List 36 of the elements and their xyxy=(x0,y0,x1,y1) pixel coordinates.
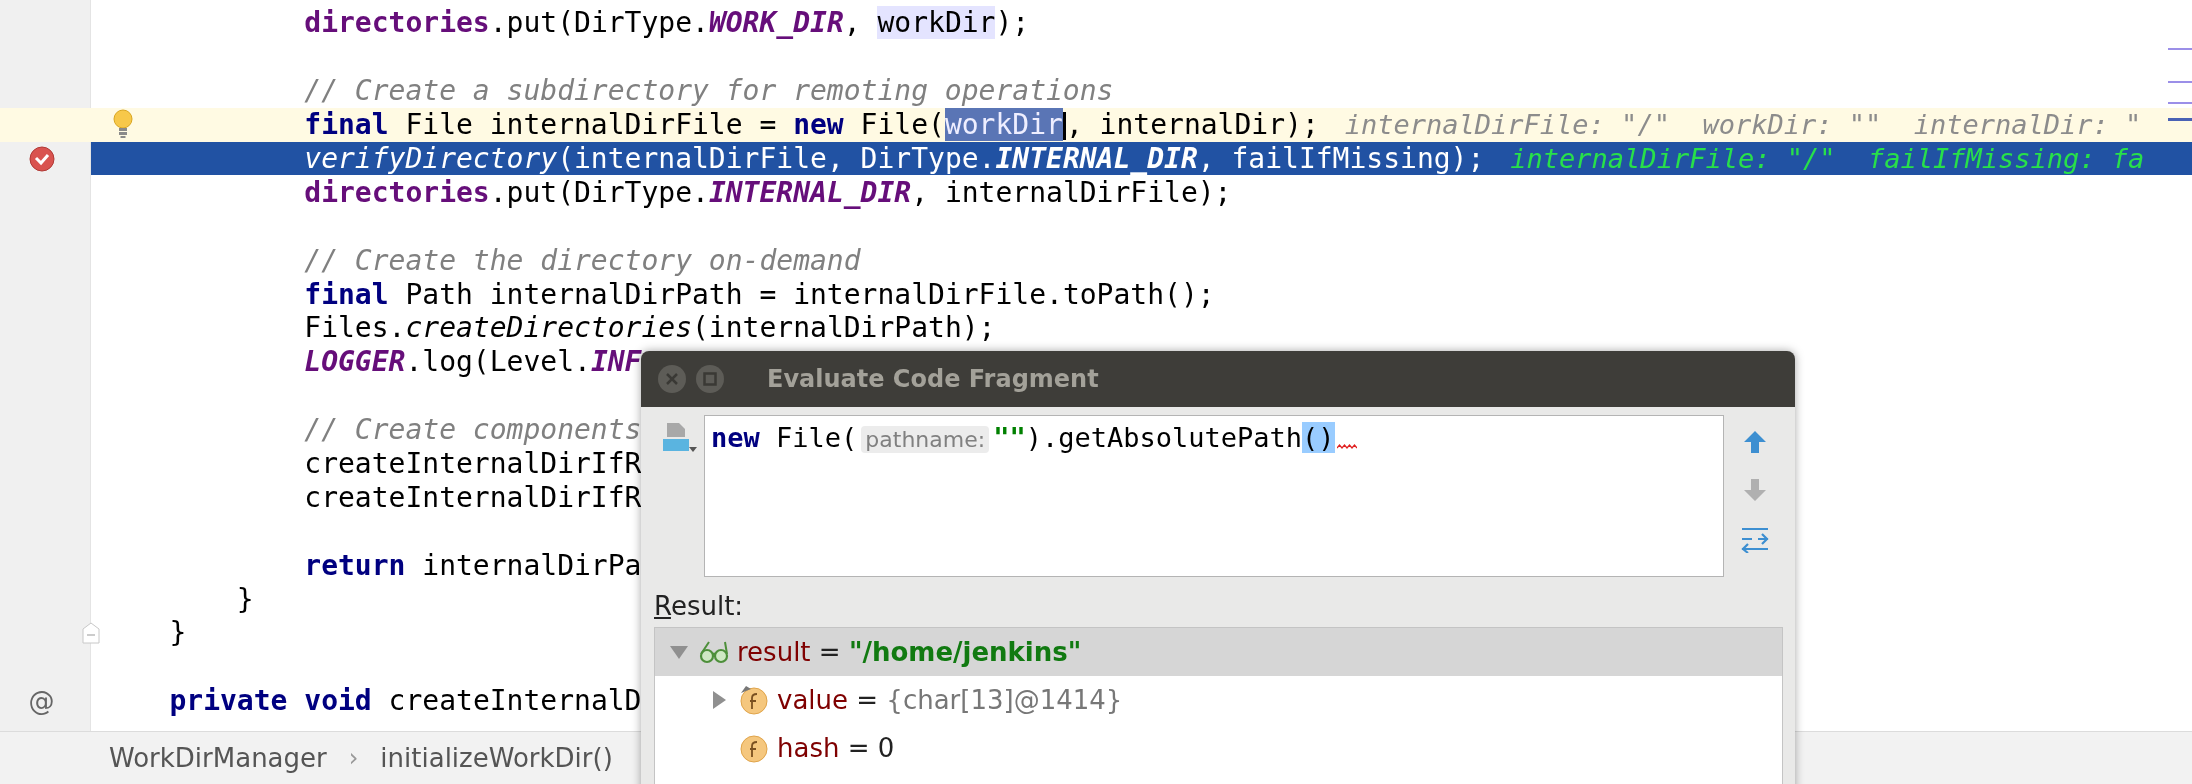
code-line: verifyDirectory(internalDirFile, DirType.INTERNAL_DIR, failIfMissing); xyxy=(303,142,1485,175)
code-line: createInternalDirIfR xyxy=(303,480,642,514)
variable-entry: result = "/home/jenkins" xyxy=(737,637,1082,667)
inline-debug-values: internalDirFile: "/" failIfMissing: fa xyxy=(1510,143,2145,174)
code-line: directories.put(DirType.INTERNAL_DIR, internalDirFile); xyxy=(303,175,1232,209)
code-line: directories.put(DirType.WORK_DIR, workDir); xyxy=(303,6,1030,40)
breadcrumb-item[interactable]: WorkDirManager xyxy=(109,743,327,773)
code-line: // Create components xyxy=(303,413,642,447)
inline-debug-values: internalDirFile: "/" workDir: "" internalDir: " xyxy=(1344,109,2142,141)
code-line: // Create the directory on-demand xyxy=(303,243,861,277)
close-icon[interactable] xyxy=(657,364,687,394)
code-line: final Path internalDirPath = internalDirFile.toPath(); xyxy=(303,277,1215,311)
code-line: } xyxy=(235,582,254,616)
breakpoint-icon[interactable] xyxy=(28,145,55,172)
result-label: Result: xyxy=(653,590,745,623)
maximize-icon[interactable] xyxy=(695,364,725,394)
fold-icon[interactable] xyxy=(82,622,100,645)
expression-field[interactable]: new File( pathname: "").getAbsolutePath() xyxy=(704,415,1724,577)
code-line: Files.createDirectories(internalDirPath); xyxy=(303,311,996,345)
variable-entry: hash = 0 xyxy=(777,733,895,763)
breadcrumb-item[interactable]: initializeWorkDir() xyxy=(380,743,613,773)
breadcrumb-separator: › xyxy=(348,744,359,772)
history-up-button[interactable] xyxy=(1742,429,1768,455)
code-line: } xyxy=(168,616,187,650)
selected-tree-row[interactable]: result = "/home/jenkins" xyxy=(655,628,1782,676)
annotation-marker[interactable]: @ xyxy=(28,685,55,716)
code-line: private void createInternalD xyxy=(168,684,642,718)
expression-code: new File( pathname: "").getAbsolutePath() xyxy=(711,422,1335,453)
variable-entry: value = {char[13]@1414} xyxy=(777,685,1123,715)
glasses-icon xyxy=(699,639,729,665)
code-line: final File internalDirFile = new File(workDir, internalDir); xyxy=(303,108,1319,142)
code-line: return internalDirPa xyxy=(303,548,642,582)
lightbulb-icon[interactable] xyxy=(112,108,134,139)
code-line: // Create a subdirectory for remoting operations xyxy=(303,74,1114,108)
dialog-title: Evaluate Code Fragment xyxy=(767,365,1099,393)
code-line: createInternalDirIfR xyxy=(303,447,642,480)
